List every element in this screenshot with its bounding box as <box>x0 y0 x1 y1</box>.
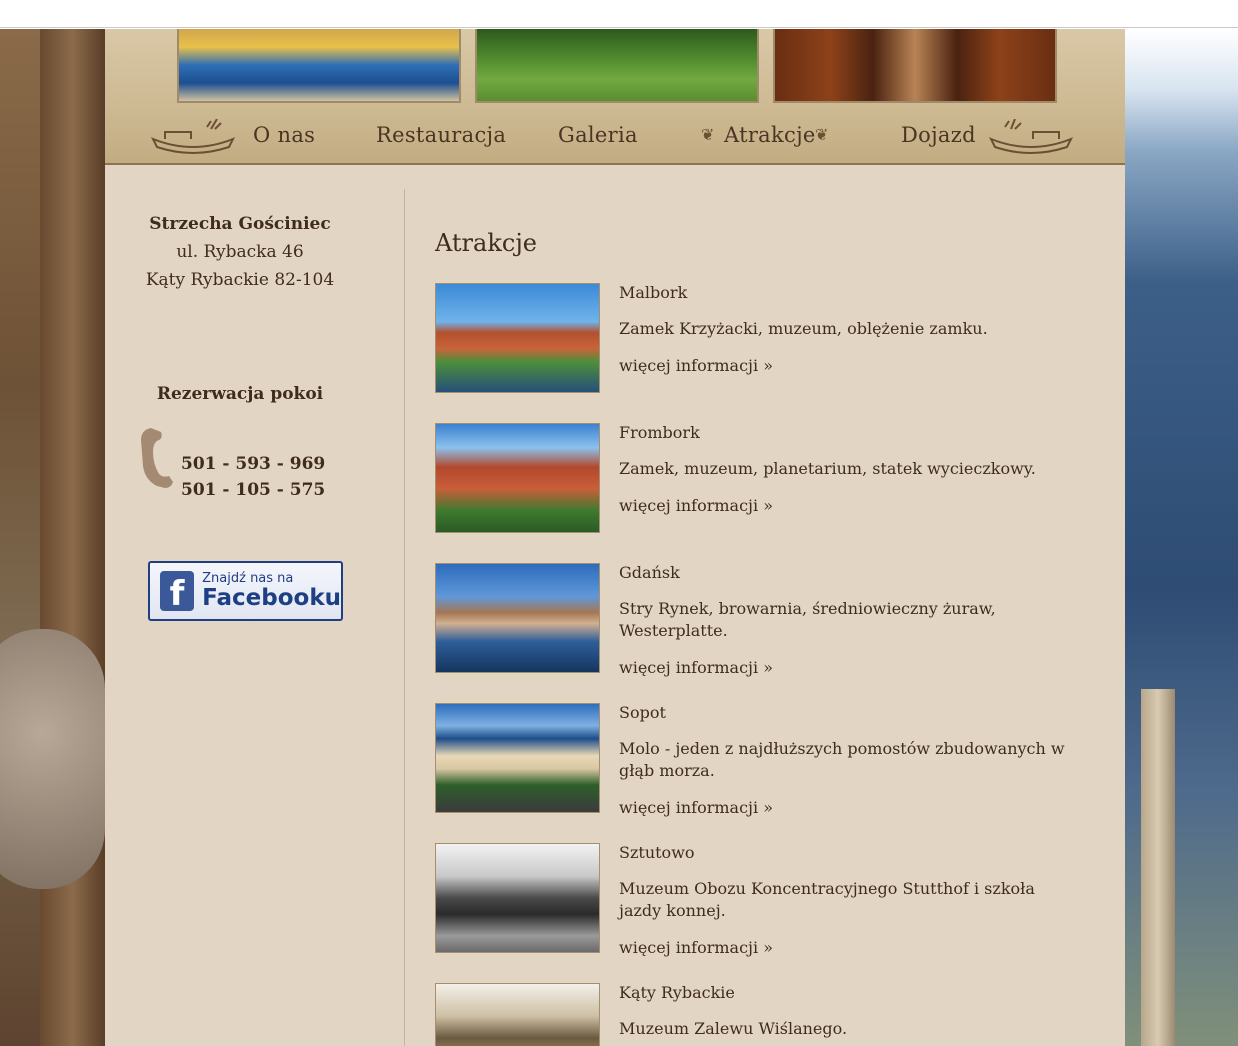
wooden-pole <box>1141 689 1175 1046</box>
facebook-small-text: Znajdź nas na <box>202 571 294 587</box>
more-info-link[interactable]: więcej informacji » <box>619 356 1079 375</box>
phone-icon <box>141 428 173 488</box>
attraction-desc: Zamek, muzeum, planetarium, statek wycie… <box>619 459 1036 478</box>
attraction-thumbnail-frombork[interactable] <box>435 423 600 533</box>
nav-atrakcje[interactable]: Atrakcje <box>724 123 816 147</box>
boat-icon <box>989 119 1073 154</box>
garden-photo <box>475 29 759 103</box>
boats-photo <box>177 29 461 103</box>
attraction-text: Sztutowo Muzeum Obozu Koncentracyjnego S… <box>619 843 1079 957</box>
page-title: Atrakcje <box>435 229 537 257</box>
attraction-name: Frombork <box>619 423 700 442</box>
sprig-icon: ❦ <box>815 125 829 144</box>
phone-number-2[interactable]: 501 - 105 - 575 <box>181 480 325 500</box>
nav-dojazd[interactable]: Dojazd <box>901 123 976 147</box>
facebook-big-text: Facebooku <box>202 585 341 612</box>
attraction-thumbnail-sopot[interactable] <box>435 703 600 813</box>
address-city: Kąty Rybackie 82-104 <box>145 270 335 290</box>
attraction-text: Gdańsk Stry Rynek, browarnia, średniowie… <box>619 563 1079 677</box>
hallway-photo <box>773 29 1057 103</box>
attraction-name: Kąty Rybackie <box>619 983 735 1002</box>
stone <box>0 629 105 889</box>
facebook-button[interactable]: f Znajdź nas na Facebooku <box>148 561 343 621</box>
attraction-text: Sopot Molo - jeden z najdłuższych pomost… <box>619 703 1079 817</box>
attraction-thumbnail-katy-rybackie[interactable] <box>435 983 600 1046</box>
attraction-thumbnail-gdansk[interactable] <box>435 563 600 673</box>
attraction-text: Malbork Zamek Krzyżacki, muzeum, oblężen… <box>619 283 1079 375</box>
attraction-desc: Muzeum Zalewu Wiślanego. <box>619 1019 848 1038</box>
attraction-desc: Molo - jeden z najdłuższych pomostów zbu… <box>619 739 1065 780</box>
sidebar: Strzecha Gościniec ul. Rybacka 46 Kąty R… <box>105 214 375 621</box>
attraction-text: Frombork Zamek, muzeum, planetarium, sta… <box>619 423 1079 515</box>
phone-number-1[interactable]: 501 - 593 - 969 <box>181 454 325 474</box>
attraction-thumbnail-malbork[interactable] <box>435 283 600 393</box>
nav-o-nas[interactable]: O nas <box>253 123 315 147</box>
boat-icon <box>151 119 235 154</box>
attraction-thumbnail-sztutowo[interactable] <box>435 843 600 953</box>
nav-restauracja[interactable]: Restauracja <box>376 123 506 147</box>
attraction-name: Gdańsk <box>619 563 680 582</box>
attraction-name: Malbork <box>619 283 688 302</box>
more-info-link[interactable]: więcej informacji » <box>619 658 1079 677</box>
attraction-desc: Muzeum Obozu Koncentracyjnego Stutthof i… <box>619 879 1035 920</box>
attraction-text: Kąty Rybackie Muzeum Zalewu Wiślanego. <box>619 983 1079 1046</box>
more-info-link[interactable]: więcej informacji » <box>619 798 1079 817</box>
facebook-icon: f <box>160 571 195 611</box>
background-right-photo <box>1125 29 1238 1046</box>
more-info-link[interactable]: więcej informacji » <box>619 938 1079 957</box>
attraction-desc: Stry Rynek, browarnia, średniowieczny żu… <box>619 599 996 640</box>
browser-top-bar <box>0 0 1238 28</box>
nav-galeria[interactable]: Galeria <box>558 123 638 147</box>
facebook-text: Znajdź nas na Facebooku <box>202 571 341 610</box>
more-info-link[interactable]: więcej informacji » <box>619 496 1079 515</box>
attraction-name: Sopot <box>619 703 666 722</box>
attraction-desc: Zamek Krzyżacki, muzeum, oblężenie zamku… <box>619 319 988 338</box>
main-content: Atrakcje Malbork Zamek Krzyżacki, muzeum… <box>435 229 1095 1046</box>
address-street: ul. Rybacka 46 <box>176 242 304 262</box>
business-name: Strzecha Gościniec <box>149 214 331 234</box>
main-nav: O nas Restauracja Galeria ❦ Atrakcje ❦ D… <box>105 113 1125 157</box>
page-container: O nas Restauracja Galeria ❦ Atrakcje ❦ D… <box>105 29 1125 1046</box>
background-left-photo <box>0 29 105 1046</box>
column-divider <box>404 189 405 1046</box>
reservation-title: Rezerwacja pokoi <box>156 384 324 404</box>
attraction-name: Sztutowo <box>619 843 695 862</box>
wooden-post <box>40 29 105 1046</box>
sprig-icon: ❦ <box>701 125 715 144</box>
header: O nas Restauracja Galeria ❦ Atrakcje ❦ D… <box>105 29 1125 165</box>
